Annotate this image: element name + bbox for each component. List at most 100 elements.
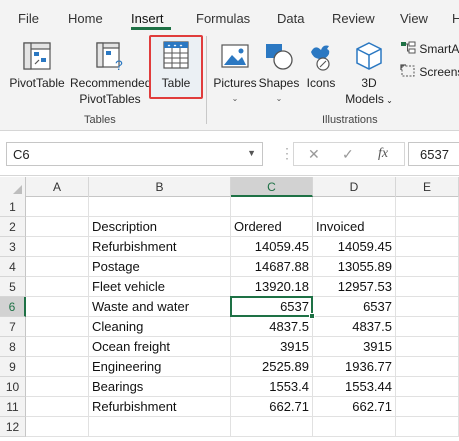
shapes-button[interactable]: Shapes ⌄: [258, 40, 300, 107]
row-header-10[interactable]: 10: [0, 377, 26, 397]
cell-b10[interactable]: Bearings: [89, 377, 231, 397]
cell-a7[interactable]: [26, 317, 89, 337]
cell-e3[interactable]: [396, 237, 459, 257]
screenshot-button[interactable]: Screens: [400, 64, 459, 79]
cell-e11[interactable]: [396, 397, 459, 417]
cell-b6[interactable]: Waste and water: [89, 297, 231, 317]
cell-c11[interactable]: 662.71: [231, 397, 313, 417]
row-header-7[interactable]: 7: [0, 317, 26, 337]
cell-e12[interactable]: [396, 417, 459, 437]
column-header-d[interactable]: D: [313, 177, 396, 197]
cell-d1[interactable]: [313, 197, 396, 217]
row-header-5[interactable]: 5: [0, 277, 26, 297]
cell-b12[interactable]: [89, 417, 231, 437]
row-header-8[interactable]: 8: [0, 337, 26, 357]
tab-view[interactable]: View: [400, 11, 428, 26]
cancel-icon[interactable]: ✕: [308, 146, 320, 163]
enter-icon[interactable]: ✓: [342, 146, 354, 163]
pivottable-button[interactable]: PivotTable: [8, 40, 66, 91]
cell-a5[interactable]: [26, 277, 89, 297]
tab-insert[interactable]: Insert: [131, 11, 164, 26]
cell-e1[interactable]: [396, 197, 459, 217]
pictures-button[interactable]: Pictures ⌄: [210, 40, 260, 107]
formula-bar-grip-icon[interactable]: ⋮: [280, 145, 294, 162]
cell-c2[interactable]: Ordered: [231, 217, 313, 237]
tab-data[interactable]: Data: [277, 11, 304, 26]
cell-a8[interactable]: [26, 337, 89, 357]
smartart-button[interactable]: SmartA: [400, 41, 459, 56]
table-button[interactable]: Table: [151, 39, 201, 91]
cell-d7[interactable]: 4837.5: [313, 317, 396, 337]
cell-c10[interactable]: 1553.4: [231, 377, 313, 397]
3d-models-button[interactable]: 3D Models ⌄: [340, 40, 398, 109]
cell-a11[interactable]: [26, 397, 89, 417]
row-header-9[interactable]: 9: [0, 357, 26, 377]
column-header-b[interactable]: B: [89, 177, 231, 197]
tab-formulas[interactable]: Formulas: [196, 11, 250, 26]
cell-c5[interactable]: 13920.18: [231, 277, 313, 297]
cell-a3[interactable]: [26, 237, 89, 257]
cell-e2[interactable]: [396, 217, 459, 237]
cell-a12[interactable]: [26, 417, 89, 437]
row-header-1[interactable]: 1: [0, 197, 26, 217]
column-header-c[interactable]: C: [231, 177, 313, 197]
cell-b9[interactable]: Engineering: [89, 357, 231, 377]
cell-a4[interactable]: [26, 257, 89, 277]
row-header-3[interactable]: 3: [0, 237, 26, 257]
cell-a6[interactable]: [26, 297, 89, 317]
cell-b4[interactable]: Postage: [89, 257, 231, 277]
tab-help-partial[interactable]: H: [452, 11, 459, 26]
cell-e4[interactable]: [396, 257, 459, 277]
cell-e8[interactable]: [396, 337, 459, 357]
cell-a1[interactable]: [26, 197, 89, 217]
cell-e5[interactable]: [396, 277, 459, 297]
column-header-a[interactable]: A: [26, 177, 89, 197]
cell-c3[interactable]: 14059.45: [231, 237, 313, 257]
cell-d2[interactable]: Invoiced: [313, 217, 396, 237]
cell-d3[interactable]: 14059.45: [313, 237, 396, 257]
cell-b2[interactable]: Description: [89, 217, 231, 237]
cell-e7[interactable]: [396, 317, 459, 337]
cell-c7[interactable]: 4837.5: [231, 317, 313, 337]
cell-b3[interactable]: Refurbishment: [89, 237, 231, 257]
column-header-e[interactable]: E: [396, 177, 459, 197]
row-header-11[interactable]: 11: [0, 397, 26, 417]
cell-e10[interactable]: [396, 377, 459, 397]
row-header-4[interactable]: 4: [0, 257, 26, 277]
tab-review[interactable]: Review: [332, 11, 375, 26]
cell-d6[interactable]: 6537: [313, 297, 396, 317]
name-box-dropdown-icon[interactable]: ▼: [247, 148, 256, 158]
cell-b5[interactable]: Fleet vehicle: [89, 277, 231, 297]
insert-function-icon[interactable]: fx: [378, 146, 388, 162]
cell-b1[interactable]: [89, 197, 231, 217]
formula-input[interactable]: 6537: [408, 142, 459, 166]
cell-d12[interactable]: [313, 417, 396, 437]
fill-handle[interactable]: [309, 313, 315, 319]
cell-e6[interactable]: [396, 297, 459, 317]
cell-c4[interactable]: 14687.88: [231, 257, 313, 277]
cell-d11[interactable]: 662.71: [313, 397, 396, 417]
cell-c12[interactable]: [231, 417, 313, 437]
cell-c8[interactable]: 3915: [231, 337, 313, 357]
row-header-12[interactable]: 12: [0, 417, 26, 437]
cell-d5[interactable]: 12957.53: [313, 277, 396, 297]
cell-b11[interactable]: Refurbishment: [89, 397, 231, 417]
cell-d8[interactable]: 3915: [313, 337, 396, 357]
cell-e9[interactable]: [396, 357, 459, 377]
row-header-6[interactable]: 6: [0, 297, 26, 317]
cell-d4[interactable]: 13055.89: [313, 257, 396, 277]
tab-file[interactable]: File: [18, 11, 39, 26]
cell-b7[interactable]: Cleaning: [89, 317, 231, 337]
cell-d10[interactable]: 1553.44: [313, 377, 396, 397]
recommended-pivottables-button[interactable]: ? Recommended PivotTables: [70, 40, 151, 107]
tab-home[interactable]: Home: [68, 11, 103, 26]
cell-d9[interactable]: 1936.77: [313, 357, 396, 377]
select-all-button[interactable]: [0, 177, 26, 197]
cell-c1[interactable]: [231, 197, 313, 217]
icons-button[interactable]: Icons: [302, 40, 340, 91]
row-header-2[interactable]: 2: [0, 217, 26, 237]
cell-a9[interactable]: [26, 357, 89, 377]
name-box[interactable]: C6 ▼: [6, 142, 263, 166]
cell-c9[interactable]: 2525.89: [231, 357, 313, 377]
cell-a10[interactable]: [26, 377, 89, 397]
